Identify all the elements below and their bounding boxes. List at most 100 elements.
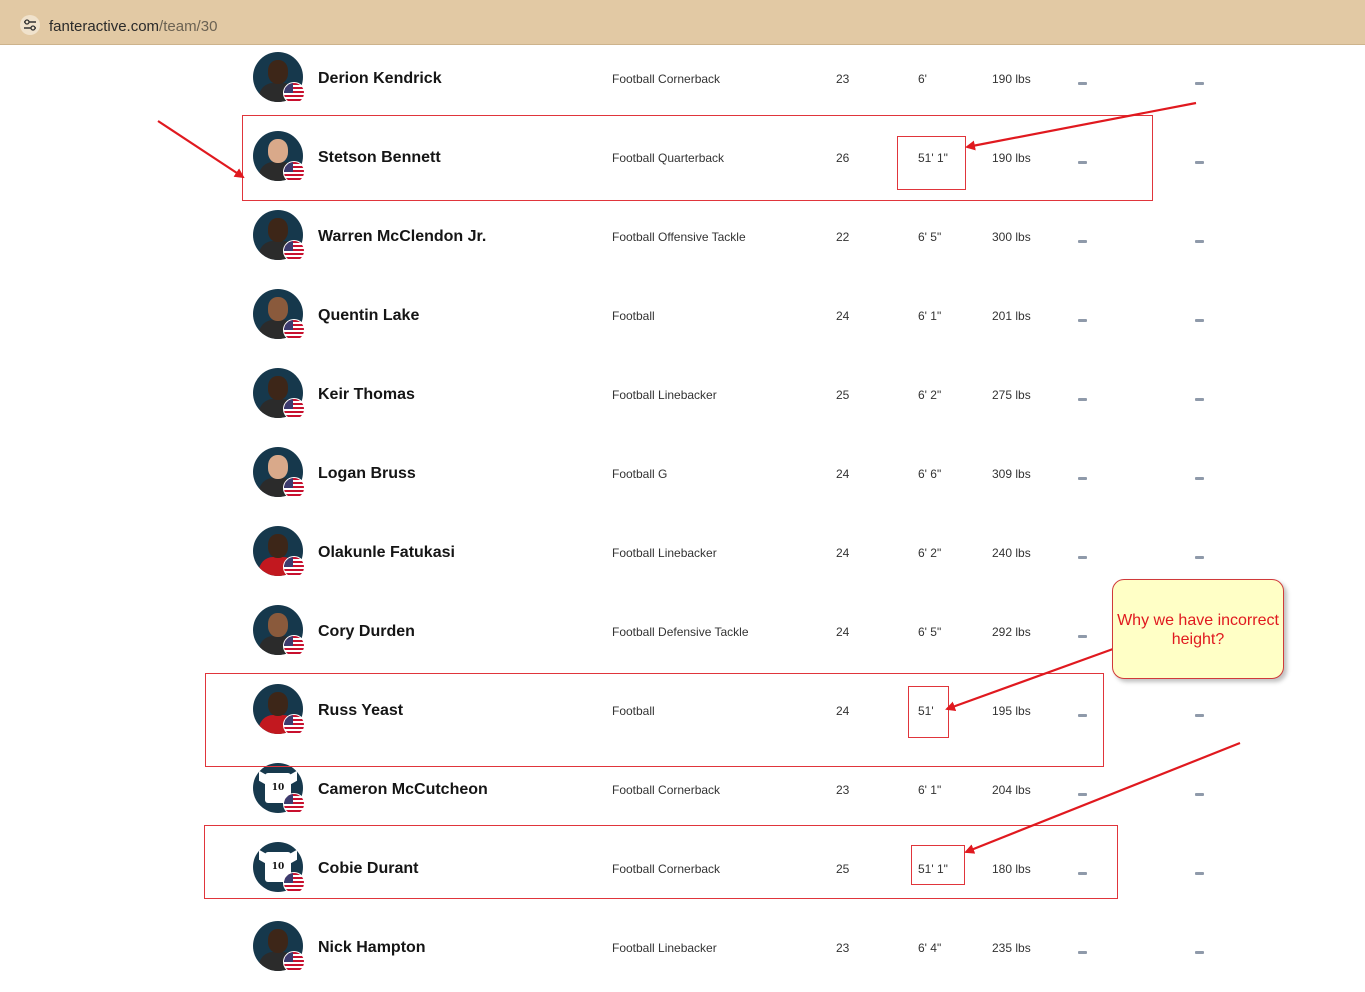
player-weight: 240 lbs <box>992 546 1031 560</box>
player-height: 6' 6" <box>918 467 942 481</box>
player-weight: 292 lbs <box>992 625 1031 639</box>
player-weight: 275 lbs <box>992 388 1031 402</box>
player-name[interactable]: Russ Yeast <box>318 702 403 720</box>
jersey-number: 10 <box>271 783 285 793</box>
us-flag-icon <box>283 477 305 499</box>
player-height: 6' 5" <box>918 230 942 244</box>
player-position: Football Defensive Tackle <box>612 625 749 639</box>
player-age: 26 <box>836 151 850 165</box>
player-age: 25 <box>836 388 850 402</box>
url-path: /team/30 <box>159 18 218 35</box>
us-flag-icon <box>283 793 305 815</box>
empty-stat-dash <box>1195 319 1204 322</box>
player-name[interactable]: Cobie Durant <box>318 860 418 878</box>
player-position: Football G <box>612 467 668 481</box>
us-flag-icon <box>283 635 305 657</box>
us-flag-icon <box>283 556 305 578</box>
us-flag-icon <box>283 951 305 973</box>
player-position: Football Cornerback <box>612 72 721 86</box>
player-age: 24 <box>836 309 850 323</box>
url-text[interactable]: fanteractive.com/team/30 <box>49 18 217 35</box>
empty-stat-dash <box>1078 635 1087 638</box>
player-weight: 190 lbs <box>992 151 1031 165</box>
empty-stat-dash <box>1195 556 1204 559</box>
url-field[interactable]: fanteractive.com/team/30 <box>6 5 1358 39</box>
empty-stat-dash <box>1078 82 1087 85</box>
player-name[interactable]: Cory Durden <box>318 623 415 641</box>
player-age: 23 <box>836 783 850 797</box>
us-flag-icon <box>283 240 305 262</box>
player-row[interactable]: Nick Hampton Football Linebacker 23 6' 4" 23… <box>0 913 1365 992</box>
player-age: 24 <box>836 704 850 718</box>
player-height: 6' 1" <box>918 309 942 323</box>
empty-stat-dash <box>1195 714 1204 717</box>
player-name[interactable]: Derion Kendrick <box>318 70 442 88</box>
empty-stat-dash <box>1195 793 1204 796</box>
player-position: Football <box>612 309 655 323</box>
player-weight: 235 lbs <box>992 941 1031 955</box>
empty-stat-dash <box>1078 872 1087 875</box>
player-name[interactable]: Olakunle Fatukasi <box>318 544 455 562</box>
player-row[interactable]: 10 Cobie Durant Football Cornerback 25 51' 1… <box>0 834 1365 913</box>
player-weight: 309 lbs <box>992 467 1031 481</box>
player-position: Football Linebacker <box>612 546 717 560</box>
empty-stat-dash <box>1078 714 1087 717</box>
player-name[interactable]: Keir Thomas <box>318 386 415 404</box>
player-position: Football Quarterback <box>612 151 725 165</box>
callout-text: Why we have incorrect height? <box>1117 612 1279 648</box>
player-row[interactable]: Quentin Lake Football 24 6' 1" 201 lbs <box>0 281 1365 360</box>
player-height: 6' 2" <box>918 546 942 560</box>
player-position: Football Linebacker <box>612 941 717 955</box>
us-flag-icon <box>283 82 305 104</box>
player-weight: 204 lbs <box>992 783 1031 797</box>
player-row[interactable]: Logan Bruss Football G 24 6' 6" 309 lbs <box>0 439 1365 518</box>
player-age: 25 <box>836 862 850 876</box>
player-row[interactable]: Keir Thomas Football Linebacker 25 6' 2" 275… <box>0 360 1365 439</box>
empty-stat-dash <box>1195 477 1204 480</box>
player-height: 6' 2" <box>918 388 942 402</box>
player-weight: 180 lbs <box>992 862 1031 876</box>
player-height: 6' 1" <box>918 783 942 797</box>
player-height: 51' <box>918 704 934 718</box>
player-row[interactable]: Warren McClendon Jr. Football Offensive T… <box>0 202 1365 281</box>
player-position: Football Offensive Tackle <box>612 230 746 244</box>
empty-stat-dash <box>1195 398 1204 401</box>
player-row[interactable]: 10 Cameron McCutcheon Football Cornerback 2… <box>0 755 1365 834</box>
player-name[interactable]: Cameron McCutcheon <box>318 781 488 799</box>
player-name[interactable]: Stetson Bennett <box>318 149 441 167</box>
player-row[interactable]: Derion Kendrick Football Cornerback 23 6' 19… <box>0 44 1365 123</box>
tune-icon[interactable] <box>20 15 40 35</box>
player-age: 23 <box>836 72 850 86</box>
player-height: 6' 4" <box>918 941 942 955</box>
player-position: Football Cornerback <box>612 862 721 876</box>
us-flag-icon <box>283 398 305 420</box>
player-position: Football <box>612 704 655 718</box>
player-name[interactable]: Logan Bruss <box>318 465 416 483</box>
player-age: 23 <box>836 941 850 955</box>
us-flag-icon <box>283 872 305 894</box>
empty-stat-dash <box>1078 161 1087 164</box>
player-height: 51' 1" <box>918 862 948 876</box>
player-name[interactable]: Quentin Lake <box>318 307 419 325</box>
player-age: 24 <box>836 625 850 639</box>
us-flag-icon <box>283 161 305 183</box>
player-weight: 300 lbs <box>992 230 1031 244</box>
player-height: 6' <box>918 72 927 86</box>
url-host: fanteractive.com <box>49 18 160 35</box>
empty-stat-dash <box>1078 319 1087 322</box>
player-position: Football Linebacker <box>612 388 717 402</box>
player-age: 24 <box>836 546 850 560</box>
player-age: 24 <box>836 467 850 481</box>
empty-stat-dash <box>1078 793 1087 796</box>
empty-stat-dash <box>1195 161 1204 164</box>
empty-stat-dash <box>1195 240 1204 243</box>
player-height: 51' 1" <box>918 151 948 165</box>
us-flag-icon <box>283 319 305 341</box>
player-name[interactable]: Nick Hampton <box>318 939 426 957</box>
player-name[interactable]: Warren McClendon Jr. <box>318 228 486 246</box>
player-row[interactable]: Stetson Bennett Football Quarterback 26 51'… <box>0 123 1365 202</box>
annotation-callout: Why we have incorrect height? <box>1112 579 1284 679</box>
empty-stat-dash <box>1195 82 1204 85</box>
player-row[interactable]: Russ Yeast Football 24 51' 195 lbs <box>0 676 1365 755</box>
player-position: Football Cornerback <box>612 783 721 797</box>
